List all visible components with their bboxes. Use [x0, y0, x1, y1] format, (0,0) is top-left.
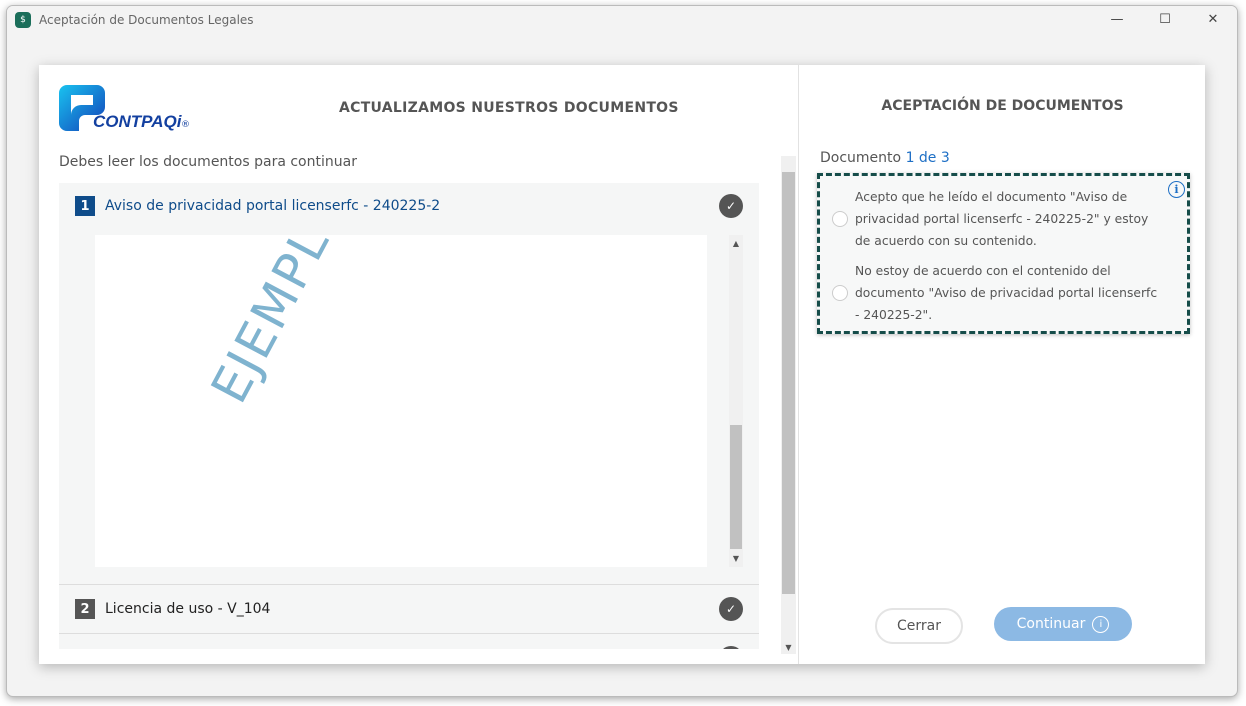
main-card: CONTPAQi ® ACTUALIZAMOS NUESTROS DOCUMEN…: [39, 65, 1205, 664]
svg-text:®: ®: [181, 120, 190, 130]
accept-option-label: Acepto que he leído el documento "Aviso …: [855, 190, 1149, 248]
reject-radio[interactable]: [832, 285, 848, 301]
scroll-down-icon[interactable]: ▼: [781, 643, 796, 652]
scroll-down-icon[interactable]: ▼: [729, 554, 743, 563]
documents-heading: ACTUALIZAMOS NUESTROS DOCUMENTOS: [339, 100, 679, 116]
document-scrollbar[interactable]: ▲ ▼: [729, 235, 743, 567]
document-item-1-header[interactable]: 1 Aviso de privacidad portal licenserfc …: [59, 183, 759, 229]
document-label: Documento: [820, 150, 902, 166]
acceptance-heading: ACEPTACIÓN DE DOCUMENTOS: [881, 98, 1124, 114]
acceptance-options: i Acepto que he leído el documento "Avis…: [817, 173, 1190, 334]
acceptance-panel: ACEPTACIÓN DE DOCUMENTOS Documento 1 de …: [798, 65, 1205, 664]
reject-option[interactable]: No estoy de acuerdo con el contenido del…: [832, 260, 1165, 326]
contpaqi-logo: CONTPAQi ®: [59, 85, 194, 131]
svg-text:CONTPAQi: CONTPAQi: [93, 112, 183, 131]
document-counter-value: 1 de 3: [905, 150, 950, 166]
title-bar: $ Aceptación de Documentos Legales — ☐ ✕: [7, 6, 1237, 33]
window-title: Aceptación de Documentos Legales: [39, 12, 254, 27]
info-icon: i: [1092, 615, 1110, 633]
document-number: 1: [75, 196, 95, 216]
continue-button-label: Continuar: [1016, 616, 1086, 632]
scroll-up-icon[interactable]: ▲: [729, 239, 743, 248]
document-number: 2: [75, 599, 95, 619]
close-button[interactable]: Cerrar: [875, 608, 963, 644]
accept-radio[interactable]: [832, 211, 848, 227]
close-window-button[interactable]: ✕: [1189, 6, 1237, 33]
document-title: Licencia de uso - V_104: [105, 601, 271, 617]
instructions-text: Debes leer los documentos para continuar: [59, 154, 357, 170]
app-icon: $: [15, 11, 31, 28]
scrollbar-thumb[interactable]: [730, 425, 742, 549]
watermark: EJEMPLO D: [200, 235, 387, 413]
document-item-2-header[interactable]: 2 Licencia de uso - V_104 ✓: [59, 584, 759, 634]
info-icon[interactable]: i: [1168, 181, 1185, 198]
check-icon: ✓: [719, 597, 743, 621]
check-icon: [719, 646, 743, 649]
accept-option[interactable]: Acepto que he leído el documento "Aviso …: [832, 186, 1165, 252]
continue-button[interactable]: Continuar i: [994, 607, 1132, 641]
app-window: $ Aceptación de Documentos Legales — ☐ ✕…: [6, 5, 1238, 697]
documents-panel: CONTPAQi ® ACTUALIZAMOS NUESTROS DOCUMEN…: [39, 65, 798, 664]
documents-accordion: 1 Aviso de privacidad portal licenserfc …: [59, 183, 759, 649]
document-viewer[interactable]: EJEMPLO D: [95, 235, 707, 567]
check-icon: ✓: [719, 194, 743, 218]
maximize-button[interactable]: ☐: [1141, 6, 1189, 33]
document-item-3-header[interactable]: [59, 634, 759, 649]
document-title: Aviso de privacidad portal licenserfc - …: [105, 198, 441, 214]
reject-option-label: No estoy de acuerdo con el contenido del…: [855, 264, 1158, 322]
panel-scrollbar[interactable]: ▼: [781, 156, 796, 654]
minimize-button[interactable]: —: [1093, 6, 1141, 33]
document-counter: Documento 1 de 3: [820, 150, 950, 166]
scrollbar-thumb[interactable]: [782, 172, 795, 594]
close-button-label: Cerrar: [897, 618, 941, 634]
